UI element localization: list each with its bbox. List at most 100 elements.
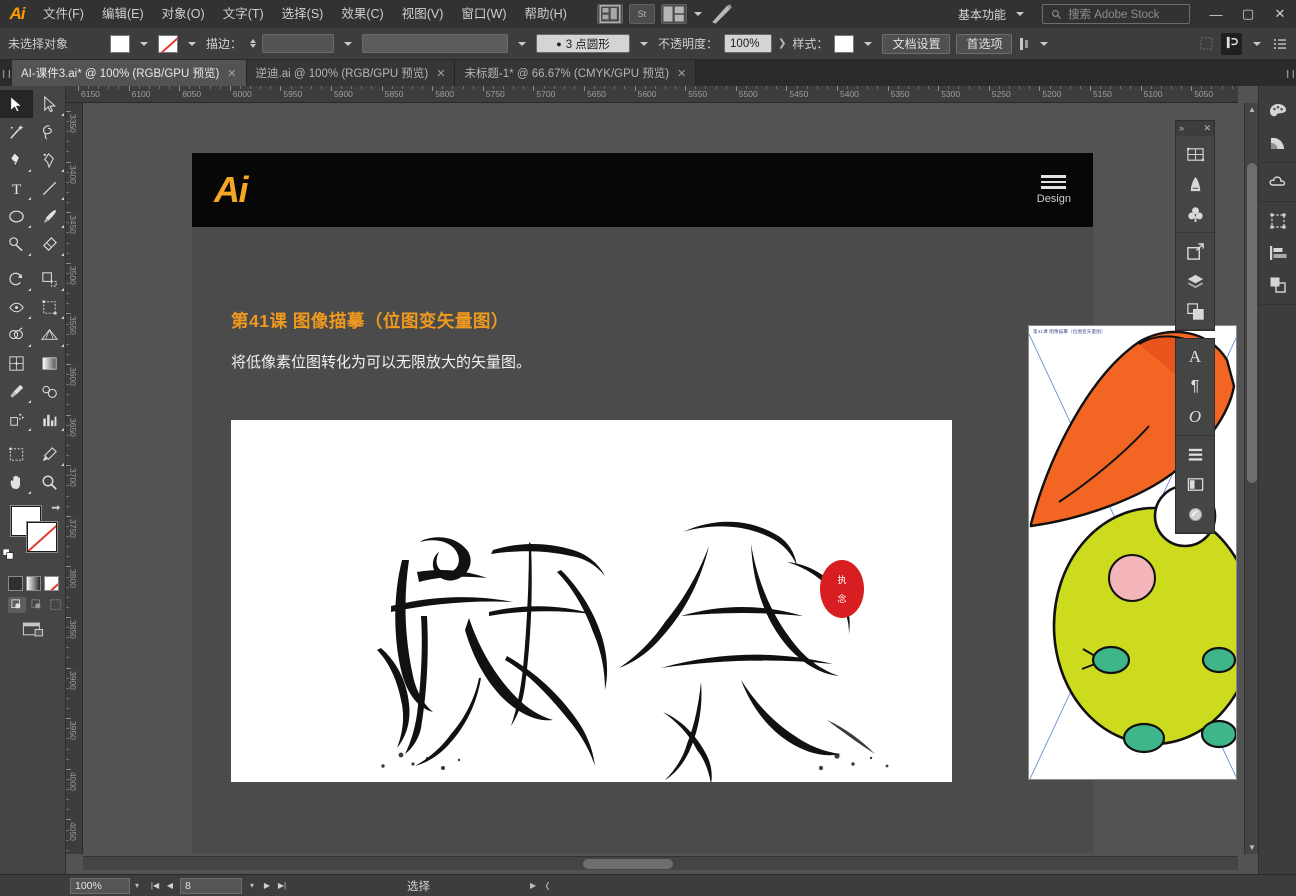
zoom-level-field[interactable]: 100% [70,878,130,894]
zoom-tool[interactable] [33,468,66,496]
menu-type[interactable]: 文字(T) [214,0,273,28]
style-chevron-down-icon[interactable] [864,42,872,46]
stock-search-input[interactable]: 搜索 Adobe Stock [1042,4,1190,24]
tabbar-grip-left[interactable]: ❙❙ [0,60,12,86]
document-setup-button[interactable]: 文档设置 [882,34,950,54]
zoom-chevron-down-icon[interactable]: ▾ [130,878,144,894]
opacity-field[interactable]: 100% [724,34,772,53]
direct-selection-tool[interactable] [33,90,66,118]
line-segment-tool[interactable] [33,174,66,202]
tabbar-grip-right[interactable]: ❙❙ [1284,60,1296,86]
graphic-style-swatch[interactable] [834,35,854,53]
vertical-scrollbar[interactable]: ▲ ▼ [1244,103,1258,854]
floating-panel-top[interactable]: » ✕ [1175,120,1215,331]
hand-tool[interactable] [0,468,33,496]
arrange-documents-icon[interactable] [661,4,687,24]
maximize-button[interactable]: ▢ [1232,0,1264,28]
symbols-panel-icon[interactable] [1181,200,1209,228]
fill-chevron-down-icon[interactable] [140,42,148,46]
pathfinder-panel-icon[interactable] [1181,297,1209,325]
stroke-color-swatch[interactable] [27,522,57,552]
vertical-scroll-thumb[interactable] [1247,163,1257,483]
transform-panel-icon[interactable] [1181,140,1209,168]
symbol-sprayer-tool[interactable] [0,405,33,433]
close-button[interactable]: ✕ [1264,0,1296,28]
column-graph-tool[interactable] [33,405,66,433]
stroke-weight-stepper[interactable] [250,39,256,48]
workspace-chevron-down-icon[interactable] [1016,12,1024,16]
doc-tab-close-icon[interactable]: ✕ [227,67,236,80]
preferences-button[interactable]: 首选项 [956,34,1012,54]
artboards-panel-icon[interactable] [1181,470,1209,498]
slide-header-menu[interactable]: Design [1037,175,1071,205]
ellipse-tool[interactable] [0,202,33,230]
draw-inside-icon[interactable] [47,597,65,613]
shape-builder-tool[interactable] [0,321,33,349]
minimize-button[interactable]: — [1200,0,1232,28]
lasso-tool[interactable] [33,118,66,146]
artboard[interactable]: Ai Design 第41课 图像描摹（位图变矢量图） 将低像素位图转化为可以无… [192,153,1093,853]
align-panel-icon[interactable] [1181,440,1209,468]
arrange-chevron-down-icon[interactable] [694,12,702,16]
opacity-expand-icon[interactable]: ❯ [778,38,786,49]
slide-artwork-frame[interactable]: 执 念 [231,420,952,782]
menu-effect[interactable]: 效果(C) [332,0,392,28]
stroke-profile-field[interactable] [362,34,508,53]
menu-window[interactable]: 窗口(W) [452,0,515,28]
curvature-tool[interactable] [33,146,66,174]
screen-mode-button[interactable] [0,613,65,638]
doc-tab-untitled-1[interactable]: 未标题-1* @ 66.67% (CMYK/GPU 预览) ✕ [455,60,696,86]
selection-tool[interactable] [0,90,33,118]
draw-behind-icon[interactable] [28,597,46,613]
fill-swatch[interactable] [110,35,130,53]
shaper-tool[interactable] [0,230,33,258]
free-transform-tool[interactable] [33,293,66,321]
perspective-grid-tool[interactable] [33,321,66,349]
doc-tab-close-icon[interactable]: ✕ [436,67,445,80]
doc-tab-nidi[interactable]: 逆迪.ai @ 100% (RGB/GPU 预览) ✕ [247,60,456,86]
blend-tool[interactable] [33,377,66,405]
menu-object[interactable]: 对象(O) [153,0,214,28]
profile-chevron-down-icon[interactable] [518,42,526,46]
next-artboard-button[interactable]: ▶ [260,878,274,894]
menu-file[interactable]: 文件(F) [34,0,93,28]
horizontal-scrollbar[interactable] [83,856,1238,870]
color-panel-icon[interactable] [1263,96,1293,126]
gradient-mode-button[interactable] [26,576,41,591]
brushes-panel-icon[interactable] [1181,170,1209,198]
pathfinder-panel-icon[interactable] [1263,270,1293,300]
stroke-weight-field[interactable] [262,34,334,53]
doc-tab-close-icon[interactable]: ✕ [677,67,686,80]
workspace-switcher[interactable]: 基本功能 [950,3,1036,25]
doc-tab-ai-kejian3[interactable]: AI-课件3.ai* @ 100% (RGB/GPU 预览) ✕ [12,60,247,86]
panel-menu-icon[interactable] [1272,36,1288,52]
search-adobe-icon[interactable] [709,4,735,24]
menu-select[interactable]: 选择(S) [273,0,333,28]
menu-help[interactable]: 帮助(H) [516,0,576,28]
align-chevron-down-icon[interactable] [1040,42,1048,46]
brush-chevron-down-icon[interactable] [640,42,648,46]
snap-grid-icon[interactable] [1221,33,1242,55]
opentype-panel-icon[interactable]: O [1181,403,1209,431]
bridge-icon[interactable] [597,4,623,24]
brush-definition-field[interactable]: ● 3 点圆形 [536,34,630,53]
stroke-weight-chevron-down-icon[interactable] [344,42,352,46]
draw-normal-icon[interactable] [8,597,26,613]
stock-icon[interactable]: St [629,4,655,24]
none-mode-button[interactable] [44,576,59,591]
align-panel-icon[interactable] [1263,238,1293,268]
character-panel-icon[interactable]: A [1181,343,1209,371]
type-tool[interactable]: T [0,174,33,202]
status-next-icon[interactable]: ▶ [530,881,536,890]
color-guide-panel-icon[interactable] [1263,128,1293,158]
paragraph-panel-icon[interactable]: ¶ [1181,373,1209,401]
hamburger-menu-icon[interactable] [1041,175,1066,189]
menu-edit[interactable]: 编辑(E) [93,0,153,28]
prev-artboard-button[interactable]: ◀ [163,878,177,894]
magic-wand-tool[interactable] [0,118,33,146]
snap-chevron-down-icon[interactable] [1253,42,1261,46]
export-panel-icon[interactable] [1181,237,1209,265]
canvas-area[interactable]: Ai Design 第41课 图像描摹（位图变矢量图） 将低像素位图转化为可以无… [83,103,1238,854]
slice-tool[interactable] [33,440,66,468]
menu-view[interactable]: 视图(V) [393,0,453,28]
